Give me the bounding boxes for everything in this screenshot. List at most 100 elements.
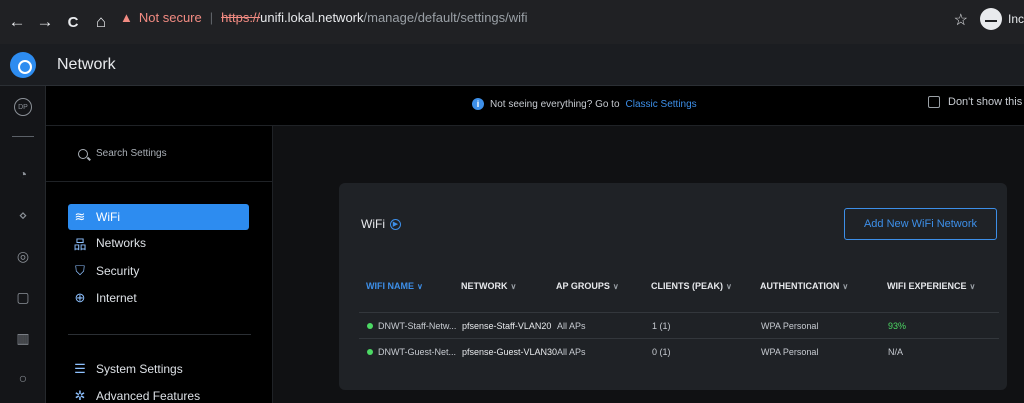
cell-wifi-name: DNWT-Staff-Netw... [378, 321, 457, 331]
dont-show-label: Don't show this again [948, 96, 1024, 108]
banner-message: i Not seeing everything? Go to Classic S… [472, 98, 697, 110]
column-wifi-name[interactable]: WIFI NAME ∨ [366, 281, 423, 291]
sidebar-item-security[interactable]: ⛉ Security [68, 258, 248, 284]
settings-sidebar: Search Settings ≋ WiFi 品 Networks ⛉ Secu… [46, 126, 273, 403]
warning-icon: ▲ [120, 10, 133, 25]
sidebar-item-system-settings[interactable]: ☰ System Settings [68, 356, 248, 382]
omnibox-separator: | [209, 10, 214, 25]
wifi-table-header: WIFI NAME ∨ NETWORK ∨ AP GROUPS ∨ CLIENTS (… [366, 281, 996, 297]
column-ap-groups[interactable]: AP GROUPS ∨ [556, 281, 619, 291]
page-title: Network [57, 55, 116, 73]
column-clients-peak[interactable]: CLIENTS (PEAK) ∨ [651, 281, 732, 291]
url-host: unifi.lokal.network [260, 10, 364, 25]
sidebar-item-label: Advanced Features [96, 389, 201, 403]
rail-divider [12, 136, 34, 137]
sidebar-item-label: Networks [96, 236, 147, 250]
add-wifi-network-button[interactable]: Add New WiFi Network [844, 208, 997, 240]
info-banner: i Not seeing everything? Go to Classic S… [46, 86, 1024, 126]
app-header: Network [0, 44, 1024, 86]
classic-settings-link[interactable]: Classic Settings [626, 99, 697, 110]
sidebar-item-label: System Settings [96, 362, 183, 376]
cell-network: pfsense-Guest-VLAN30 [462, 347, 558, 357]
table-row[interactable]: DNWT-Staff-Netw... pfsense-Staff-VLAN20 … [359, 312, 999, 338]
chevron-down-icon: ∨ [612, 281, 619, 291]
sidebar-item-label: Security [96, 264, 140, 278]
sidebar-divider [68, 334, 251, 335]
dashboard-icon-glyph: DP [14, 98, 32, 116]
sidebar-item-internet[interactable]: ⊕ Internet [68, 285, 248, 311]
search-icon [78, 148, 88, 159]
wifi-card-title: WiFi ▶ [361, 217, 401, 231]
sidebar-item-label: Internet [96, 291, 137, 305]
back-arrow-icon[interactable]: ← [6, 11, 28, 33]
sidebar-item-label: WiFi [96, 210, 120, 224]
column-network[interactable]: NETWORK ∨ [461, 281, 516, 291]
column-label: AP GROUPS [556, 281, 610, 291]
column-label: CLIENTS (PEAK) [651, 281, 723, 291]
reload-icon[interactable]: C [62, 11, 84, 33]
incognito-indicator[interactable]: Incognito [980, 8, 1024, 30]
wifi-card: WiFi ▶ Add New WiFi Network WIFI NAME ∨ N… [339, 183, 1007, 390]
url-path: /manage/default/settings/wifi [363, 10, 528, 25]
clients-icon[interactable]: ▢ [12, 286, 34, 308]
cell-ap-groups: All APs [557, 321, 586, 331]
system-settings-icon: ☰ [74, 361, 86, 376]
security-icon: ⛉ [75, 263, 85, 278]
forward-arrow-icon[interactable]: → [34, 11, 56, 33]
topology-icon[interactable]: ⋄ [12, 204, 34, 226]
insights-icon[interactable]: ▥ [12, 327, 34, 349]
chevron-down-icon: ∨ [969, 281, 976, 291]
advanced-features-icon: ✲ [74, 388, 86, 403]
column-wifi-experience[interactable]: WIFI EXPERIENCE ∨ [887, 281, 975, 291]
dashboard-icon[interactable]: DP [12, 96, 34, 118]
alerts-icon[interactable]: ○ [12, 367, 34, 389]
chevron-down-icon: ∨ [417, 281, 423, 291]
bookmark-star-icon[interactable]: ☆ [954, 10, 968, 30]
sidebar-item-advanced-features[interactable]: ✲ Advanced Features [68, 383, 248, 403]
status-dot-icon [367, 323, 373, 329]
wifi-title-text: WiFi [361, 217, 385, 231]
dont-show-toggle[interactable]: Don't show this again [928, 96, 1024, 108]
dont-show-checkbox[interactable] [928, 96, 940, 108]
not-secure-label: Not secure [138, 10, 202, 25]
url-scheme: https:// [221, 10, 261, 25]
address-bar[interactable]: ▲ Not secure | https:// unifi.lokal.netw… [120, 10, 528, 25]
devices-icon[interactable]: ◎ [12, 245, 34, 267]
cell-wifi-name: DNWT-Guest-Net... [378, 347, 457, 357]
column-authentication[interactable]: AUTHENTICATION ∨ [760, 281, 848, 291]
cell-clients: 1 (1) [652, 321, 671, 331]
status-dot-icon [367, 349, 373, 355]
column-label: AUTHENTICATION [760, 281, 840, 291]
cell-network: pfsense-Staff-VLAN20 [462, 321, 552, 331]
column-label: WIFI NAME [366, 281, 414, 291]
cell-clients: 0 (1) [652, 347, 671, 357]
column-label: WIFI EXPERIENCE [887, 281, 967, 291]
chevron-down-icon: ∨ [842, 281, 849, 291]
unifi-logo-icon[interactable] [10, 51, 36, 78]
search-settings[interactable]: Search Settings [46, 126, 273, 182]
search-placeholder: Search Settings [96, 148, 167, 159]
column-label: NETWORK [461, 281, 508, 291]
cell-wifi-experience: N/A [888, 347, 904, 357]
cell-authentication: WPA Personal [761, 347, 819, 357]
wifi-icon: ≋ [74, 209, 86, 224]
main-content: WiFi ▶ Add New WiFi Network WIFI NAME ∨ N… [273, 126, 1024, 403]
cell-ap-groups: All APs [557, 347, 586, 357]
incognito-icon [980, 8, 1002, 30]
statistics-icon[interactable]: ◔ [12, 163, 34, 185]
play-circle-icon[interactable]: ▶ [390, 218, 401, 230]
internet-icon: ⊕ [74, 290, 86, 305]
incognito-label: Incognito [1008, 12, 1024, 26]
home-icon[interactable]: ⌂ [90, 11, 112, 33]
sidebar-item-networks[interactable]: 品 Networks [68, 230, 248, 256]
info-icon: i [472, 98, 484, 110]
cell-authentication: WPA Personal [761, 321, 819, 331]
browser-toolbar: ← → C ⌂ ▲ Not secure | https:// unifi.lo… [0, 0, 1024, 44]
sidebar-item-wifi[interactable]: ≋ WiFi [68, 204, 249, 230]
networks-icon: 品 [73, 236, 87, 252]
cell-wifi-experience: 93% [888, 321, 907, 331]
table-row[interactable]: DNWT-Guest-Net... pfsense-Guest-VLAN30 A… [359, 338, 999, 364]
chevron-down-icon: ∨ [510, 281, 517, 291]
banner-text: Not seeing everything? Go to [490, 98, 620, 110]
icon-rail: DP ◔ ⋄ ◎ ▢ ▥ ○ [0, 86, 46, 403]
